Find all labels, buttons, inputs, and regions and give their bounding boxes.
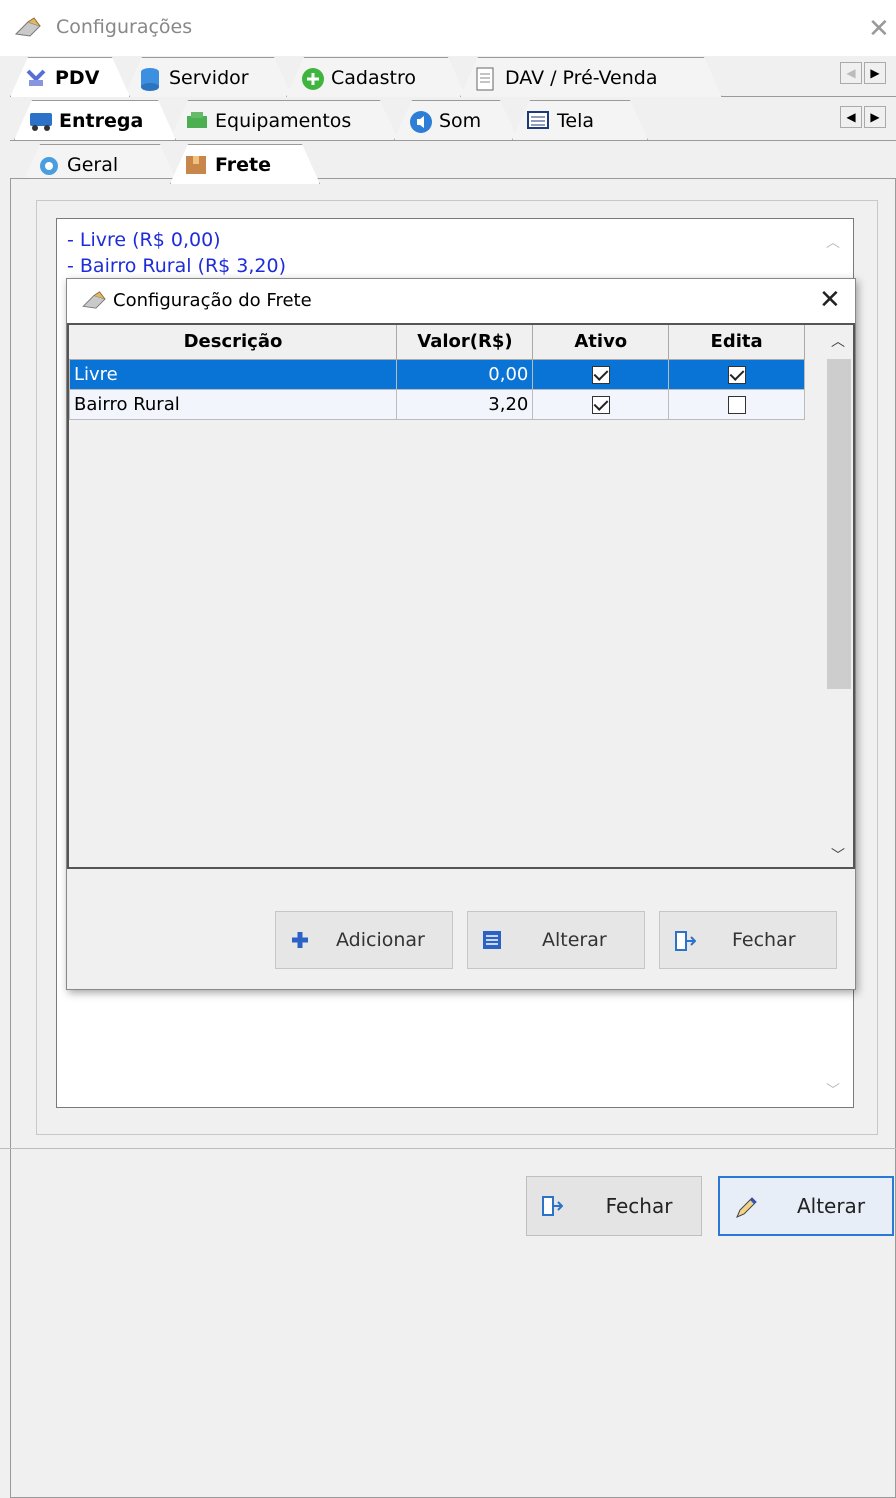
table-row[interactable]: Livre 0,00 [68, 358, 805, 390]
app-icon [14, 16, 44, 43]
tabs-scroll-right-icon[interactable]: ▶ [864, 62, 886, 84]
tab-equipamentos[interactable]: Equipamentos [170, 100, 398, 140]
chevron-down-icon[interactable]: ﹀ [826, 1080, 840, 1100]
button-label: Alterar [796, 1194, 866, 1218]
box-icon [185, 154, 207, 176]
truck-icon [29, 110, 51, 132]
cell-valor[interactable]: 0,00 [396, 358, 534, 390]
dialog-title: Configuração do Frete [113, 290, 312, 311]
memo-line: - Bairro Rural (R$ 3,20) [67, 255, 287, 277]
tab-label: Som [439, 109, 482, 132]
cell-edita [668, 388, 805, 420]
tabstrip-divider [10, 140, 896, 141]
edit-button[interactable]: Alterar [467, 911, 645, 969]
tab-label: Frete [215, 153, 271, 176]
grid-scroll-thumb[interactable] [827, 359, 851, 689]
cell-valor[interactable]: 3,20 [396, 388, 534, 420]
tab-label: Equipamentos [215, 109, 352, 132]
cell-descricao[interactable]: Livre [68, 358, 398, 390]
close-icon[interactable]: ✕ [819, 285, 841, 315]
gear-icon [37, 154, 59, 176]
frete-table: Descrição Valor(R$) Ativo Edita Livre 0,… [68, 325, 805, 420]
cell-descricao[interactable]: Bairro Rural [68, 388, 398, 420]
list-icon [482, 930, 502, 950]
tab-label: PDV [55, 66, 100, 89]
exit-door-icon [674, 930, 697, 951]
footer-divider [0, 1148, 896, 1149]
sound-icon [409, 110, 431, 132]
tab-pdv[interactable]: PDV [10, 57, 130, 97]
tab-label: Entrega [59, 109, 144, 132]
tab-label: Geral [67, 153, 119, 176]
column-header[interactable]: Valor(R$) [396, 325, 534, 360]
screen-icon [527, 110, 549, 132]
tab-servidor[interactable]: Servidor [124, 57, 292, 97]
ativo-checkbox[interactable] [591, 395, 610, 414]
pdv-icon [25, 67, 47, 89]
tab-label: Servidor [169, 66, 249, 89]
chevron-down-icon[interactable]: ﹀ [831, 845, 845, 865]
cell-edita [668, 358, 805, 390]
tab-label: Tela [557, 109, 594, 132]
edita-checkbox[interactable] [727, 395, 746, 414]
app-icon [81, 290, 109, 315]
close-icon[interactable]: ✕ [868, 14, 890, 44]
equipment-icon [185, 110, 207, 132]
window-titlebar: Configurações ✕ [0, 0, 896, 56]
frete-grid[interactable]: Descrição Valor(R$) Ativo Edita Livre 0,… [67, 323, 855, 869]
tab-label: Cadastro [331, 66, 416, 89]
plus-icon [290, 930, 310, 950]
button-label: Alterar [542, 929, 607, 951]
table-row[interactable]: Bairro Rural 3,20 [68, 388, 805, 420]
tab-tela[interactable]: Tela [512, 100, 648, 140]
dialog-button-bar: Adicionar Alterar Fechar [67, 871, 855, 989]
button-label: Fechar [605, 1194, 673, 1218]
chevron-up-icon[interactable]: ︿ [826, 232, 840, 252]
tabs-scroll-right-icon[interactable]: ▶ [864, 106, 886, 128]
close-button[interactable]: Fechar [659, 911, 837, 969]
frete-dialog: Configuração do Frete ✕ Descrição Valor(… [66, 278, 856, 990]
add-button[interactable]: Adicionar [275, 911, 453, 969]
tabs-scroll-left-icon[interactable]: ◀ [840, 106, 862, 128]
button-label: Fechar [732, 929, 796, 951]
column-header[interactable]: Ativo [532, 325, 670, 360]
column-header[interactable]: Descrição [69, 325, 398, 360]
edita-checkbox[interactable] [727, 365, 746, 384]
dialog-titlebar: Configuração do Frete ✕ [67, 279, 855, 323]
tab-dav-pre-venda[interactable]: DAV / Pré-Venda [460, 57, 722, 97]
tab-entrega[interactable]: Entrega [14, 100, 176, 140]
window-title: Configurações [56, 16, 193, 38]
close-button[interactable]: Fechar [526, 1176, 702, 1236]
memo-line: - Livre (R$ 0,00) [67, 229, 221, 251]
tab-som[interactable]: Som [394, 100, 518, 140]
cell-ativo [532, 388, 670, 420]
tabs-scroll-left-icon[interactable]: ◀ [840, 62, 862, 84]
tab-frete[interactable]: Frete [170, 144, 320, 184]
save-button[interactable]: Alterar [718, 1176, 894, 1236]
tab-cadastro[interactable]: Cadastro [286, 57, 466, 97]
column-header[interactable]: Edita [668, 325, 805, 360]
document-icon [475, 67, 497, 89]
chevron-up-icon[interactable]: ︿ [831, 331, 845, 351]
table-header-row: Descrição Valor(R$) Ativo Edita [69, 325, 805, 360]
cell-ativo [532, 358, 670, 390]
tab-label: DAV / Pré-Venda [505, 66, 658, 89]
button-label: Adicionar [336, 929, 425, 951]
add-circle-icon [301, 67, 323, 89]
database-icon [139, 67, 161, 89]
ativo-checkbox[interactable] [591, 365, 610, 384]
